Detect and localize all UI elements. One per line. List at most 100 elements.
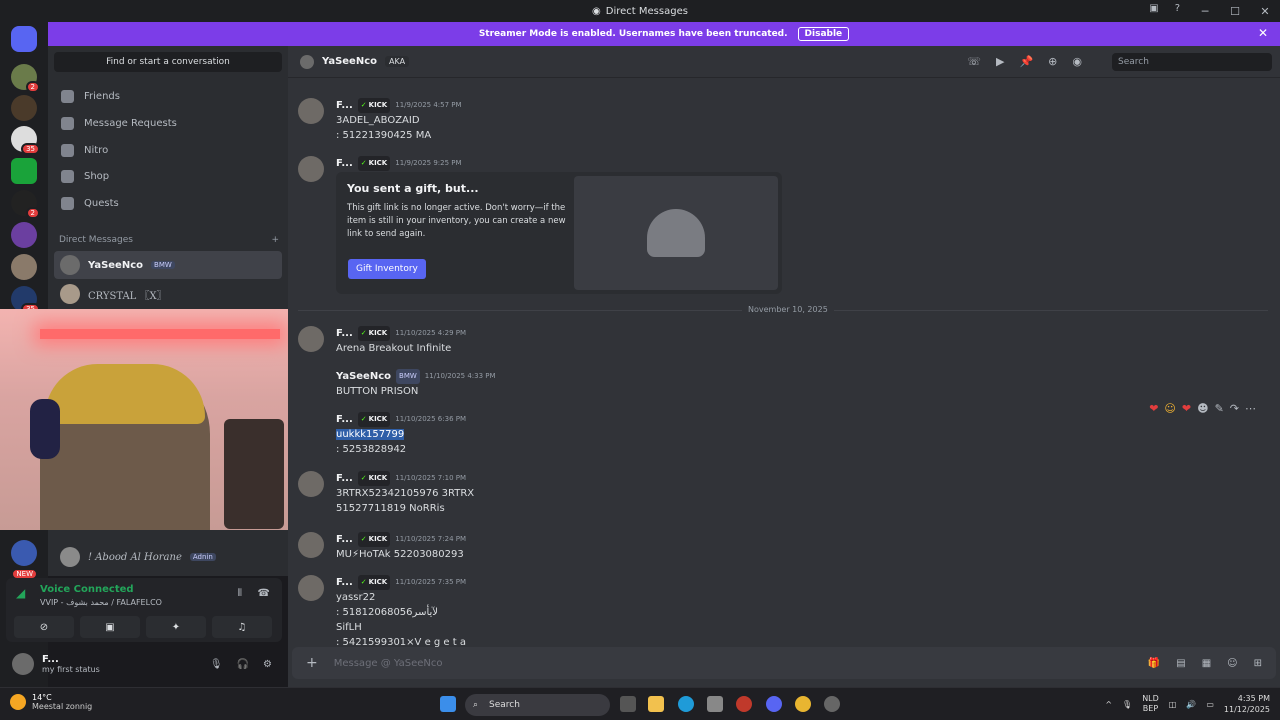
server-icon[interactable]: 2 xyxy=(11,64,40,93)
inbox-icon[interactable]: ▣ xyxy=(1149,3,1158,14)
avatar xyxy=(300,54,314,69)
voice-panel: ◢ Voice Connected VVIP - محمد بشوف / FAL… xyxy=(6,578,282,642)
find-conversation-input[interactable]: Find or start a conversation xyxy=(54,52,282,72)
dm-item-yaseenco[interactable]: YaSeeNco BMW xyxy=(54,251,282,279)
video-call-icon[interactable]: ▶ xyxy=(996,55,1004,68)
heart-reaction-icon[interactable]: ❤ xyxy=(1149,402,1158,415)
voice-call-icon[interactable]: ☏ xyxy=(967,55,981,68)
nav-friends[interactable]: Friends xyxy=(54,84,282,108)
disable-streamer-mode-button[interactable]: Disable xyxy=(797,27,850,41)
apps-icon[interactable]: ⊞ xyxy=(1254,658,1262,669)
volume-icon[interactable]: 🔊 xyxy=(1186,700,1196,709)
server-icon[interactable] xyxy=(11,254,37,280)
microphone-tray-icon[interactable]: 🎙 xyxy=(1122,700,1132,709)
task-view-icon[interactable] xyxy=(620,696,636,712)
avatar xyxy=(298,471,324,497)
gif-icon[interactable]: ▤ xyxy=(1176,658,1185,669)
chair xyxy=(224,419,284,529)
battery-icon[interactable]: ▭ xyxy=(1206,700,1214,709)
soundboard-button[interactable]: ♫ xyxy=(212,616,272,638)
avatar[interactable] xyxy=(12,653,34,675)
laugh-reaction-icon[interactable]: ☺ xyxy=(1164,402,1175,415)
nav-shop[interactable]: Shop xyxy=(54,164,282,188)
emoji-icon[interactable]: ☺ xyxy=(1227,658,1237,669)
app-icon[interactable] xyxy=(736,696,752,712)
user-profile-icon[interactable]: ◉ xyxy=(1072,55,1082,68)
activities-button[interactable]: ✦ xyxy=(146,616,206,638)
start-button-icon[interactable] xyxy=(440,696,456,712)
message: F... ✓ KICK 11/10/2025 7:35 PM yassr22 : 51… xyxy=(336,575,467,648)
message: F... ✓ KICK 11/9/2025 9:25 PM xyxy=(336,156,462,171)
gift-icon[interactable]: 🎁 xyxy=(1148,658,1160,669)
store-icon[interactable] xyxy=(707,696,723,712)
taskbar-search[interactable]: ⌕ Search xyxy=(465,694,610,716)
shop-icon xyxy=(61,169,74,183)
app-icon[interactable] xyxy=(824,696,840,712)
edit-icon[interactable]: ✎ xyxy=(1215,402,1224,415)
quests-icon xyxy=(61,196,74,210)
chrome-icon[interactable] xyxy=(795,696,811,712)
attach-plus-icon[interactable]: + xyxy=(306,655,318,671)
server-icon[interactable] xyxy=(11,95,37,121)
nitro-icon xyxy=(61,143,74,157)
help-icon[interactable]: ? xyxy=(1175,3,1180,14)
message: F... ✓ KICK 11/10/2025 7:10 PM 3RTRX5234210… xyxy=(336,471,475,514)
maximize-button[interactable]: ☐ xyxy=(1220,5,1250,18)
edge-icon[interactable] xyxy=(678,696,694,712)
network-icon[interactable]: ◫ xyxy=(1169,700,1177,709)
search-icon: ⌕ xyxy=(473,700,479,710)
microphone-icon[interactable]: 🎙 xyxy=(210,659,223,670)
close-banner-icon[interactable]: ✕ xyxy=(1258,26,1268,40)
dm-item-crystal[interactable]: CRYSTAL 〖X〗 xyxy=(54,280,282,308)
close-window-button[interactable]: ✕ xyxy=(1250,5,1280,18)
screen-share-button[interactable]: ▣ xyxy=(80,616,140,638)
headphones-icon[interactable]: 🎧 xyxy=(237,659,249,670)
chat-header: YaSeeNco AKA ☏ ▶ 📌 ⊕ ◉ Search xyxy=(288,46,1280,78)
pinned-messages-icon[interactable]: 📌 xyxy=(1019,55,1033,68)
message-composer: + Message @ YaSeeNco 🎁 ▤ ▦ ☺ ⊞ xyxy=(292,647,1276,679)
server-icon[interactable]: NEW xyxy=(11,540,38,580)
window-title: ◉ Direct Messages xyxy=(592,5,688,17)
avatar xyxy=(298,575,324,601)
weather-widget[interactable]: 14°C Meestal zonnig xyxy=(10,693,92,711)
avatar xyxy=(298,532,324,558)
streamer-mode-banner: Streamer Mode is enabled. Usernames have… xyxy=(48,22,1280,46)
message-actions-bar: ❤ ☺ ❤ ☻ ✎ ↷ ⋯ xyxy=(1149,402,1256,415)
disconnect-icon[interactable]: ☎ xyxy=(258,588,270,599)
more-options-icon[interactable]: ⋯ xyxy=(1245,402,1256,415)
file-explorer-icon[interactable] xyxy=(648,696,664,712)
message: YaSeeNco BMW 11/10/2025 4:33 PM BUTTON PRI… xyxy=(336,369,496,397)
camera-button[interactable]: ⊘ xyxy=(14,616,74,638)
heart-reaction-icon[interactable]: ❤ xyxy=(1182,402,1191,415)
add-friends-icon[interactable]: ⊕ xyxy=(1048,55,1057,68)
title-bar: ◉ Direct Messages ▣ ? ─ ☐ ✕ xyxy=(0,0,1280,22)
add-dm-icon[interactable]: + xyxy=(271,235,279,245)
nav-nitro[interactable]: Nitro xyxy=(54,138,282,162)
message-input[interactable]: Message @ YaSeeNco xyxy=(334,658,443,669)
discord-taskbar-icon[interactable] xyxy=(766,696,782,712)
sad-poop-icon xyxy=(647,209,705,257)
server-icon[interactable]: 35 xyxy=(11,126,40,155)
add-reaction-icon[interactable]: ☻ xyxy=(1197,402,1208,415)
server-icon[interactable]: 2 xyxy=(11,190,40,219)
search-input[interactable]: Search xyxy=(1112,53,1272,71)
neon-light xyxy=(40,329,280,339)
server-icon[interactable] xyxy=(11,222,37,248)
gift-inventory-button[interactable]: Gift Inventory xyxy=(348,259,426,279)
nav-message-requests[interactable]: Message Requests xyxy=(54,111,282,135)
gift-embed: You sent a gift, but... This gift link i… xyxy=(336,172,782,294)
forward-icon[interactable]: ↷ xyxy=(1230,402,1239,415)
chat-panel: YaSeeNco AKA ☏ ▶ 📌 ⊕ ◉ Search F... ✓ KICK 1… xyxy=(288,46,1280,687)
noise-suppression-icon[interactable]: ⦀ xyxy=(238,588,242,599)
minimize-button[interactable]: ─ xyxy=(1190,5,1220,18)
dm-item-abood[interactable]: ! Abood Al Horane Adnin xyxy=(54,543,282,571)
home-button[interactable] xyxy=(11,26,37,52)
friends-icon xyxy=(61,89,74,103)
avatar xyxy=(60,255,80,275)
tray-chevron-icon[interactable]: ^ xyxy=(1105,700,1112,709)
nav-quests[interactable]: Quests xyxy=(54,191,282,215)
avatar xyxy=(60,547,80,567)
settings-gear-icon[interactable]: ⚙ xyxy=(263,659,272,670)
sticker-icon[interactable]: ▦ xyxy=(1202,658,1211,669)
kick-server-icon[interactable] xyxy=(11,158,37,184)
